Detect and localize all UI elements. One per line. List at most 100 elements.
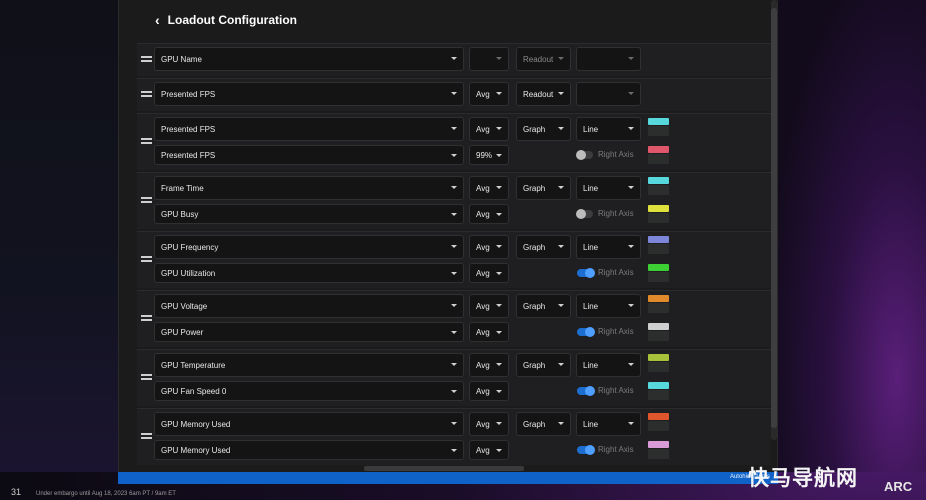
metric-select[interactable]: GPU Temperature <box>154 353 464 377</box>
chevron-down-icon <box>628 127 634 130</box>
graph-type-select[interactable] <box>576 47 641 71</box>
statistic-select[interactable]: Avg <box>469 235 509 259</box>
header: ‹ Loadout Configuration <box>119 0 777 40</box>
right-axis-toggle[interactable] <box>577 445 595 455</box>
color-swatch[interactable] <box>648 382 669 389</box>
display-mode-select-value: Graph <box>523 183 546 193</box>
display-mode-select[interactable]: Readout <box>516 82 571 106</box>
chevron-down-icon <box>628 92 634 95</box>
right-axis-toggle[interactable] <box>577 386 595 396</box>
color-swatch[interactable] <box>648 177 669 184</box>
display-mode-select[interactable]: Graph <box>516 294 571 318</box>
display-mode-select[interactable]: Graph <box>516 412 571 436</box>
back-chevron-icon[interactable]: ‹ <box>155 12 160 28</box>
metric-select[interactable]: GPU Voltage <box>154 294 464 318</box>
right-axis-toggle[interactable] <box>577 327 595 337</box>
statistic-select-value: Avg <box>476 268 490 278</box>
color-swatch[interactable] <box>648 441 669 448</box>
graph-type-select[interactable]: Line <box>576 117 641 141</box>
drag-handle-icon[interactable] <box>141 55 153 63</box>
statistic-select[interactable]: Avg <box>469 412 509 436</box>
drag-handle-icon[interactable] <box>141 196 153 204</box>
loadout-row: GPU Frequency Avg Graph Line GPU Utilization… <box>137 231 771 288</box>
color-swatch[interactable] <box>648 146 669 153</box>
arc-logo: ARC <box>884 479 913 494</box>
statistic-select[interactable]: Avg <box>469 204 509 224</box>
display-mode-select-value: Graph <box>523 360 546 370</box>
metric-select[interactable]: GPU Memory Used <box>154 440 464 460</box>
toggle-knob <box>576 150 586 160</box>
metric-select[interactable]: Presented FPS <box>154 117 464 141</box>
statistic-select[interactable]: Avg <box>469 353 509 377</box>
metric-select[interactable]: GPU Busy <box>154 204 464 224</box>
chevron-down-icon <box>558 245 564 248</box>
metric-select[interactable]: GPU Memory Used <box>154 412 464 436</box>
metric-select-value: GPU Frequency <box>161 242 219 252</box>
chevron-down-icon <box>558 422 564 425</box>
graph-type-select[interactable]: Line <box>576 294 641 318</box>
color-swatch[interactable] <box>648 118 669 125</box>
metric-select[interactable]: Frame Time <box>154 176 464 200</box>
display-mode-select[interactable]: Graph <box>516 176 571 200</box>
color-swatch[interactable] <box>648 413 669 420</box>
metric-select-value: GPU Memory Used <box>161 419 231 429</box>
display-mode-select[interactable]: Readout <box>516 47 571 71</box>
statistic-select-value: Avg <box>476 419 490 429</box>
graph-type-select[interactable]: Line <box>576 353 641 377</box>
statistic-select[interactable]: Avg <box>469 294 509 318</box>
right-backdrop <box>778 0 926 472</box>
drag-handle-icon[interactable] <box>141 373 153 381</box>
loadout-row: Presented FPS Avg Graph Line Presented FPS 99… <box>137 113 771 170</box>
metric-select-value: Presented FPS <box>161 89 216 99</box>
metric-select[interactable]: GPU Frequency <box>154 235 464 259</box>
drag-handle-icon[interactable] <box>141 432 153 440</box>
color-swatch[interactable] <box>648 264 669 271</box>
metric-select[interactable]: GPU Power <box>154 322 464 342</box>
graph-type-select[interactable]: Line <box>576 235 641 259</box>
graph-type-select[interactable] <box>576 82 641 106</box>
chevron-down-icon <box>558 304 564 307</box>
statistic-select[interactable]: Avg <box>469 82 509 106</box>
color-swatch[interactable] <box>648 295 669 302</box>
statistic-select[interactable] <box>469 47 509 71</box>
statistic-select[interactable]: Avg <box>469 322 509 342</box>
chevron-down-icon <box>496 186 502 189</box>
metric-select[interactable]: Presented FPS <box>154 145 464 165</box>
display-mode-select[interactable]: Graph <box>516 353 571 377</box>
color-swatch[interactable] <box>648 236 669 243</box>
statistic-select[interactable]: Avg <box>469 176 509 200</box>
statistic-select[interactable]: Avg <box>469 263 509 283</box>
display-mode-select[interactable]: Graph <box>516 235 571 259</box>
color-swatch[interactable] <box>648 205 669 212</box>
color-swatch[interactable] <box>648 354 669 361</box>
statistic-select[interactable]: 99% <box>469 145 509 165</box>
drag-handle-icon[interactable] <box>141 314 153 322</box>
graph-type-select[interactable]: Line <box>576 176 641 200</box>
metric-select[interactable]: GPU Utilization <box>154 263 464 283</box>
loadout-row: GPU Temperature Avg Graph Line GPU Fan Speed… <box>137 349 771 406</box>
scrollbar-thumb[interactable] <box>771 8 777 428</box>
metric-select[interactable]: Presented FPS <box>154 82 464 106</box>
color-swatch-background <box>648 331 669 341</box>
display-mode-select[interactable]: Graph <box>516 117 571 141</box>
right-axis-toggle[interactable] <box>576 209 593 219</box>
statistic-select[interactable]: Avg <box>469 381 509 401</box>
drag-handle-icon[interactable] <box>141 137 153 145</box>
drag-handle-icon[interactable] <box>141 255 153 263</box>
right-axis-toggle[interactable] <box>577 268 595 278</box>
statistic-select-value: Avg <box>476 386 490 396</box>
vertical-scrollbar[interactable] <box>771 0 777 440</box>
right-axis-toggle[interactable] <box>576 150 593 160</box>
horizontal-scrollbar[interactable] <box>364 466 524 471</box>
toggle-knob <box>576 209 586 219</box>
statistic-select[interactable]: Avg <box>469 117 509 141</box>
metric-select[interactable]: GPU Name <box>154 47 464 71</box>
graph-type-select[interactable]: Line <box>576 412 641 436</box>
statistic-select[interactable]: Avg <box>469 440 509 460</box>
metric-select[interactable]: GPU Fan Speed 0 <box>154 381 464 401</box>
chevron-down-icon <box>496 363 502 366</box>
statistic-select-value: Avg <box>476 242 490 252</box>
color-swatch[interactable] <box>648 323 669 330</box>
drag-handle-icon[interactable] <box>141 90 153 98</box>
chevron-down-icon <box>451 127 457 130</box>
